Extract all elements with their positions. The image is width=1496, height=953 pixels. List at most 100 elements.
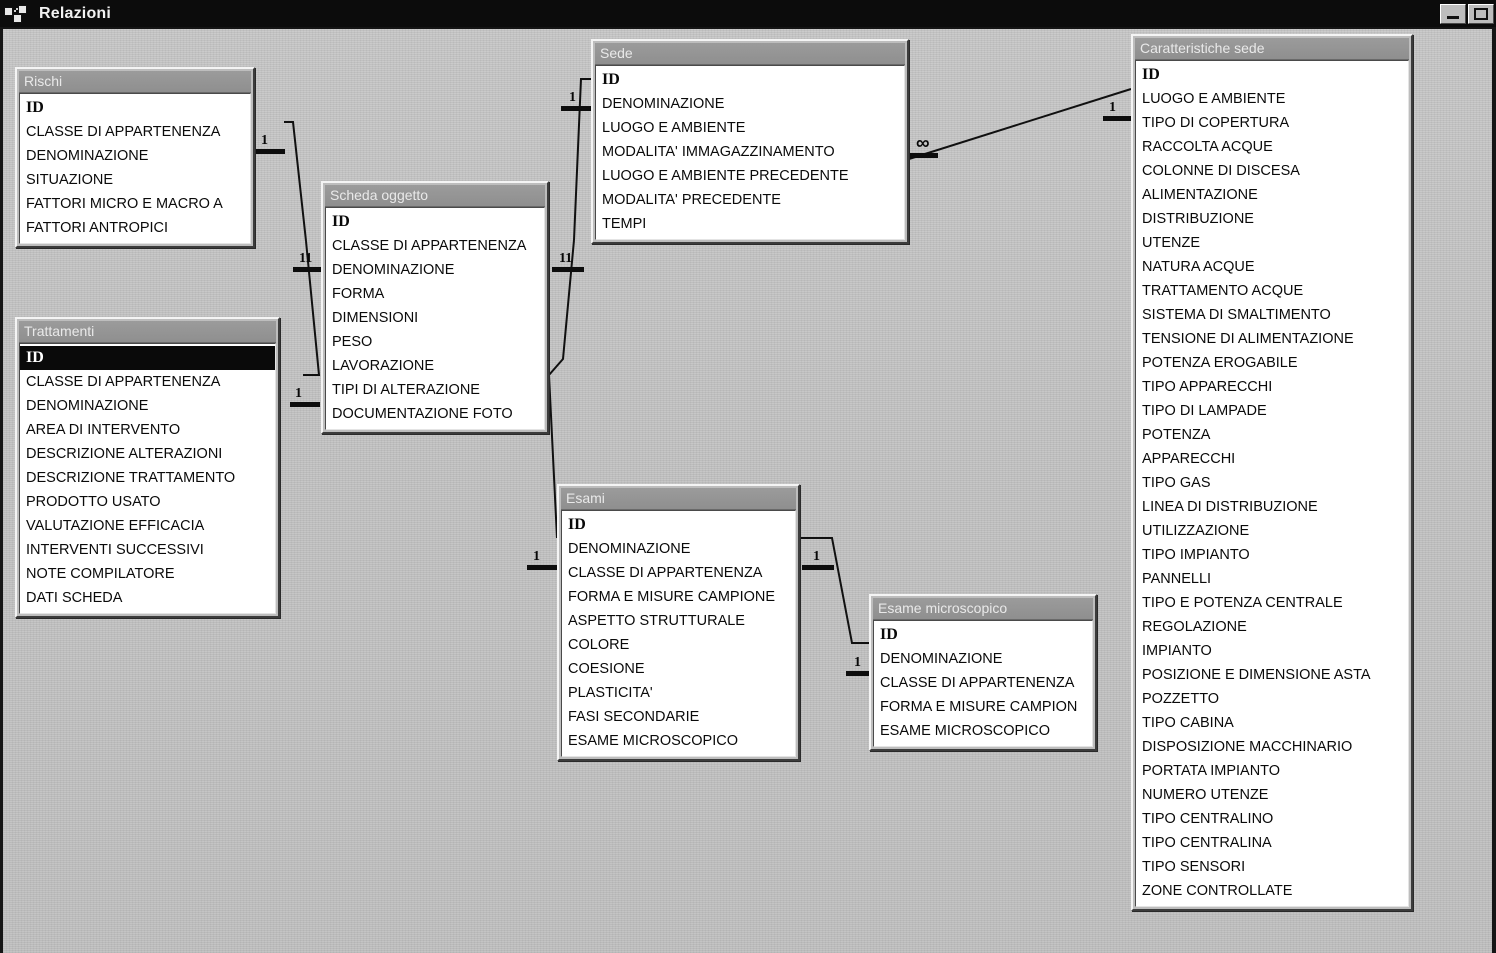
field-row[interactable]: FORMA E MISURE CAMPIONE	[562, 585, 795, 609]
relationships-canvas[interactable]: 1 11 1 11 1 ∞ 1 1 1 1 Rischi ID CLASSE DI APPARTENE…	[0, 27, 1496, 953]
minimize-button[interactable]	[1440, 3, 1466, 24]
field-row[interactable]: COESIONE	[562, 657, 795, 681]
field-row[interactable]: NATURA ACQUE	[1136, 255, 1408, 279]
field-row[interactable]: ALIMENTAZIONE	[1136, 183, 1408, 207]
field-row[interactable]: POZZETTO	[1136, 687, 1408, 711]
field-row[interactable]: TIPO CENTRALINA	[1136, 831, 1408, 855]
field-row[interactable]: DENOMINAZIONE	[20, 144, 250, 168]
field-row[interactable]: POTENZA EROGABILE	[1136, 351, 1408, 375]
field-row[interactable]: MODALITA' IMMAGAZZINAMENTO	[596, 140, 904, 164]
field-row[interactable]: LUOGO E AMBIENTE	[596, 116, 904, 140]
field-row[interactable]: DESCRIZIONE ALTERAZIONI	[20, 442, 275, 466]
table-title-esame-microscopico[interactable]: Esame microscopico	[873, 598, 1093, 620]
field-row[interactable]: CLASSE DI APPARTENENZA	[20, 120, 250, 144]
field-row[interactable]: PLASTICITA'	[562, 681, 795, 705]
field-row[interactable]: VALUTAZIONE EFFICACIA	[20, 514, 275, 538]
field-row[interactable]: PORTATA IMPIANTO	[1136, 759, 1408, 783]
table-box-sede[interactable]: Sede ID DENOMINAZIONE LUOGO E AMBIENTE MODAL…	[591, 39, 909, 244]
field-row[interactable]: TIPO APPARECCHI	[1136, 375, 1408, 399]
field-row[interactable]: DATI SCHEDA	[20, 586, 275, 610]
field-row[interactable]: TIPO IMPIANTO	[1136, 543, 1408, 567]
field-row[interactable]: UTILIZZAZIONE	[1136, 519, 1408, 543]
field-row[interactable]: TEMPI	[596, 212, 904, 236]
field-row[interactable]: FATTORI MICRO E MACRO A	[20, 192, 250, 216]
field-row[interactable]: SISTEMA DI SMALTIMENTO	[1136, 303, 1408, 327]
field-row[interactable]: TIPO E POTENZA CENTRALE	[1136, 591, 1408, 615]
field-row[interactable]: TIPO DI COPERTURA	[1136, 111, 1408, 135]
field-row[interactable]: LAVORAZIONE	[326, 354, 544, 378]
maximize-button[interactable]	[1468, 3, 1494, 24]
field-row[interactable]: TRATTAMENTO ACQUE	[1136, 279, 1408, 303]
field-row[interactable]: TENSIONE DI ALIMENTAZIONE	[1136, 327, 1408, 351]
field-row[interactable]: POSIZIONE E DIMENSIONE ASTA	[1136, 663, 1408, 687]
table-title-esami[interactable]: Esami	[561, 488, 796, 510]
field-row[interactable]: FATTORI ANTROPICI	[20, 216, 250, 240]
field-row[interactable]: UTENZE	[1136, 231, 1408, 255]
field-row[interactable]: REGOLAZIONE	[1136, 615, 1408, 639]
field-row[interactable]: CLASSE DI APPARTENENZA	[874, 671, 1092, 695]
field-row[interactable]: DENOMINAZIONE	[874, 647, 1092, 671]
field-row[interactable]: CLASSE DI APPARTENENZA	[20, 370, 275, 394]
table-title-rischi[interactable]: Rischi	[19, 71, 251, 93]
field-row[interactable]: ID	[20, 346, 275, 370]
field-row[interactable]: DENOMINAZIONE	[20, 394, 275, 418]
table-box-esame-microscopico[interactable]: Esame microscopico ID DENOMINAZIONE CLASSE …	[869, 594, 1097, 751]
field-row[interactable]: FASI SECONDARIE	[562, 705, 795, 729]
field-row[interactable]: DISTRIBUZIONE	[1136, 207, 1408, 231]
field-row[interactable]: FORMA E MISURE CAMPION	[874, 695, 1092, 719]
field-row[interactable]: ID	[1136, 63, 1408, 87]
field-row[interactable]: INTERVENTI SUCCESSIVI	[20, 538, 275, 562]
field-row[interactable]: MODALITA' PRECEDENTE	[596, 188, 904, 212]
field-row[interactable]: TIPO CENTRALINO	[1136, 807, 1408, 831]
field-row[interactable]: FORMA	[326, 282, 544, 306]
field-row[interactable]: LINEA DI DISTRIBUZIONE	[1136, 495, 1408, 519]
table-title-caratteristiche-sede[interactable]: Caratteristiche sede	[1135, 38, 1409, 60]
field-row[interactable]: ID	[874, 623, 1092, 647]
field-row[interactable]: ESAME MICROSCOPICO	[562, 729, 795, 753]
field-row[interactable]: LUOGO E AMBIENTE	[1136, 87, 1408, 111]
table-box-caratteristiche-sede[interactable]: Caratteristiche sede ID LUOGO E AMBIENTE TI…	[1131, 34, 1413, 911]
field-row[interactable]: TIPO SENSORI	[1136, 855, 1408, 879]
field-row[interactable]: ID	[20, 96, 250, 120]
field-row[interactable]: ID	[562, 513, 795, 537]
field-row[interactable]: SITUAZIONE	[20, 168, 250, 192]
field-row[interactable]: ID	[326, 210, 544, 234]
table-box-esami[interactable]: Esami ID DENOMINAZIONE CLASSE DI APPARTENEN…	[557, 484, 800, 761]
field-row[interactable]: DENOMINAZIONE	[596, 92, 904, 116]
field-row[interactable]: PRODOTTO USATO	[20, 490, 275, 514]
field-row[interactable]: PESO	[326, 330, 544, 354]
field-row[interactable]: ZONE CONTROLLATE	[1136, 879, 1408, 903]
field-row[interactable]: ID	[596, 68, 904, 92]
table-title-trattamenti[interactable]: Trattamenti	[19, 321, 276, 343]
field-row[interactable]: TIPO CABINA	[1136, 711, 1408, 735]
field-row[interactable]: CLASSE DI APPARTENENZA	[326, 234, 544, 258]
field-row[interactable]: CLASSE DI APPARTENENZA	[562, 561, 795, 585]
field-row[interactable]: DENOMINAZIONE	[326, 258, 544, 282]
field-row[interactable]: IMPIANTO	[1136, 639, 1408, 663]
field-row[interactable]: ASPETTO STRUTTURALE	[562, 609, 795, 633]
field-row[interactable]: NUMERO UTENZE	[1136, 783, 1408, 807]
field-row[interactable]: POTENZA	[1136, 423, 1408, 447]
table-title-scheda-oggetto[interactable]: Scheda oggetto	[325, 185, 545, 207]
table-box-trattamenti[interactable]: Trattamenti ID CLASSE DI APPARTENENZA DENOM…	[15, 317, 280, 618]
field-row[interactable]: APPARECCHI	[1136, 447, 1408, 471]
field-row[interactable]: DIMENSIONI	[326, 306, 544, 330]
field-row[interactable]: TIPO GAS	[1136, 471, 1408, 495]
field-row[interactable]: AREA DI INTERVENTO	[20, 418, 275, 442]
field-row[interactable]: PANNELLI	[1136, 567, 1408, 591]
field-row[interactable]: COLONNE DI DISCESA	[1136, 159, 1408, 183]
field-row[interactable]: DISPOSIZIONE MACCHINARIO	[1136, 735, 1408, 759]
field-row[interactable]: DOCUMENTAZIONE FOTO	[326, 402, 544, 426]
field-row[interactable]: DENOMINAZIONE	[562, 537, 795, 561]
field-row[interactable]: TIPO DI LAMPADE	[1136, 399, 1408, 423]
table-box-scheda-oggetto[interactable]: Scheda oggetto ID CLASSE DI APPARTENENZA DE…	[321, 181, 549, 434]
field-row[interactable]: RACCOLTA ACQUE	[1136, 135, 1408, 159]
field-row[interactable]: NOTE COMPILATORE	[20, 562, 275, 586]
field-row[interactable]: LUOGO E AMBIENTE PRECEDENTE	[596, 164, 904, 188]
field-row[interactable]: TIPI DI ALTERAZIONE	[326, 378, 544, 402]
table-title-sede[interactable]: Sede	[595, 43, 905, 65]
field-row[interactable]: COLORE	[562, 633, 795, 657]
field-row[interactable]: DESCRIZIONE TRATTAMENTO	[20, 466, 275, 490]
table-box-rischi[interactable]: Rischi ID CLASSE DI APPARTENENZA DENOMINAZI…	[15, 67, 255, 248]
field-row[interactable]: ESAME MICROSCOPICO	[874, 719, 1092, 743]
